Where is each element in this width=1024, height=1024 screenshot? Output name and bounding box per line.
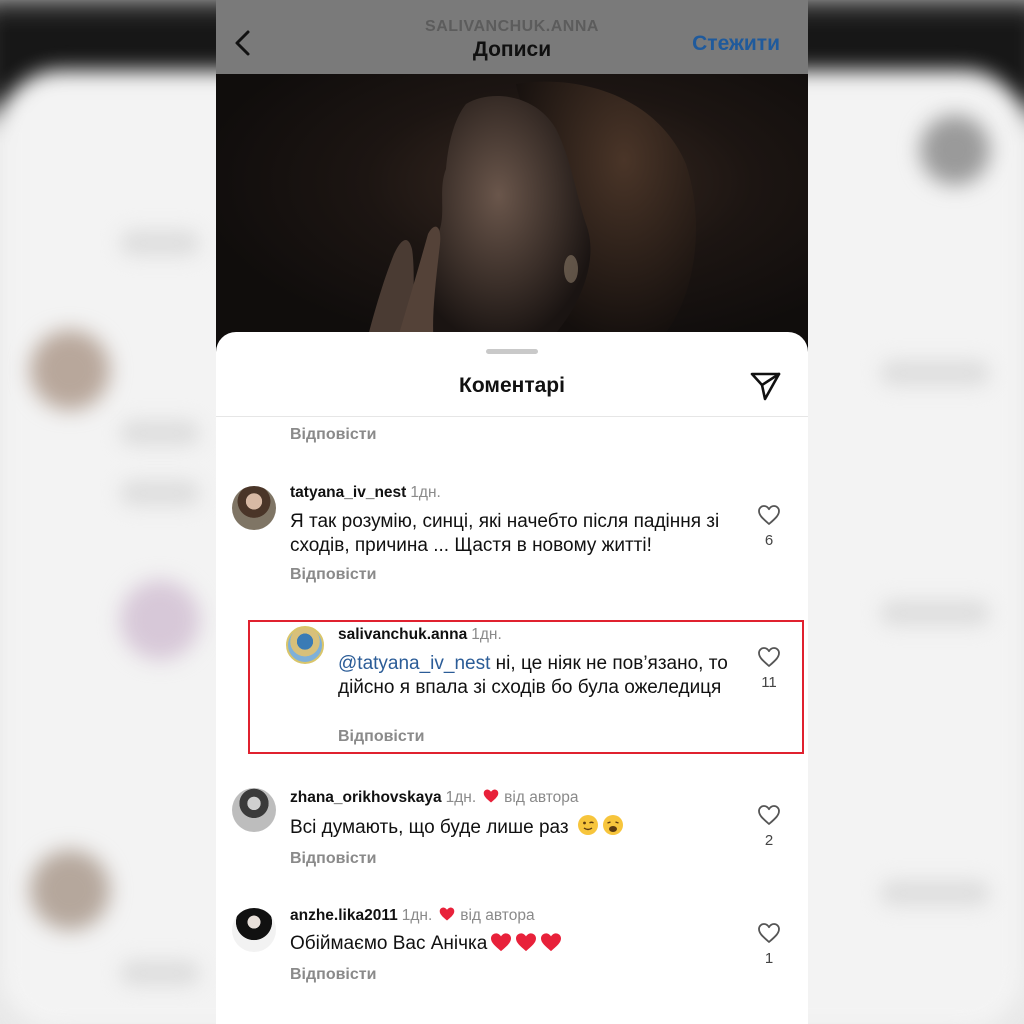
comment-time: 1дн. [445, 789, 477, 806]
comment-text: Всі думають, що буде лише раз [290, 814, 730, 840]
author-liked-heart-icon [483, 789, 499, 803]
phone-screen: SALIVANCHUK.ANNA Дописи Стежити Коментар… [216, 0, 808, 1024]
comments-sheet: Коментарі Відповісти tatyana_iv_nest 1дн.… [216, 332, 808, 1024]
heart-outline-icon [758, 923, 780, 943]
like-count: 6 [764, 532, 774, 549]
reply-link[interactable]: Відповісти [290, 966, 376, 984]
avatar[interactable] [286, 626, 324, 664]
follow-button[interactable]: Стежити [692, 32, 780, 56]
sheet-divider [216, 416, 808, 417]
send-icon[interactable] [748, 368, 782, 402]
wink-face-icon [577, 815, 598, 835]
reply-link[interactable]: Відповісти [290, 426, 376, 444]
comment-header: zhana_orikhovskaya 1дн. від автора [290, 788, 579, 807]
comment-header: tatyana_iv_nest 1дн. [290, 484, 441, 502]
comment-time: 1дн. [410, 484, 441, 501]
heart-outline-icon [758, 647, 780, 667]
like-button[interactable]: 2 [749, 804, 789, 849]
like-button[interactable]: 6 [749, 504, 789, 549]
comment-header: anzhe.lika2011 1дн. від автора [290, 906, 535, 925]
comment-text: @tatyana_iv_nest ні, це ніяк не пов’язан… [338, 652, 738, 700]
comment-time: 1дн. [471, 626, 502, 643]
reply-link[interactable]: Відповісти [290, 850, 376, 868]
by-author-badge: від автора [460, 907, 535, 924]
reply-link[interactable]: Відповісти [338, 728, 424, 746]
mention-link[interactable]: @tatyana_iv_nest [338, 653, 490, 674]
like-button[interactable]: 1 [749, 922, 789, 967]
like-count: 1 [764, 950, 774, 967]
comment-username[interactable]: salivanchuk.anna [338, 626, 467, 643]
comment-username[interactable]: zhana_orikhovskaya [290, 789, 442, 806]
avatar[interactable] [232, 486, 276, 530]
comment-body: Всі думають, що буде лише раз [290, 817, 569, 838]
red-heart-icon [491, 933, 512, 952]
comment-text: Обіймаємо Вас Анічка [290, 932, 730, 956]
comment-username[interactable]: tatyana_iv_nest [290, 484, 406, 501]
comment-username[interactable]: anzhe.lika2011 [290, 907, 398, 924]
heart-outline-icon [758, 505, 780, 525]
sheet-grabber[interactable] [486, 349, 538, 354]
red-heart-icon [541, 933, 562, 952]
author-liked-heart-icon [439, 907, 455, 921]
reply-link[interactable]: Відповісти [290, 566, 376, 584]
sheet-title: Коментарі [459, 374, 565, 397]
red-heart-icon [516, 933, 537, 952]
like-button[interactable]: 11 [749, 646, 789, 691]
post-photo [216, 74, 808, 344]
comment-text: Я так розумію, синці, які начебто після … [290, 511, 720, 556]
avatar[interactable] [232, 908, 276, 952]
comment-header: salivanchuk.anna 1дн. [338, 626, 502, 644]
avatar[interactable] [232, 788, 276, 832]
like-count: 2 [764, 832, 774, 849]
comment-body: Обіймаємо Вас Анічка [290, 933, 488, 954]
top-bar: SALIVANCHUK.ANNA Дописи Стежити [216, 0, 808, 74]
heart-outline-icon [758, 805, 780, 825]
by-author-badge: від автора [504, 789, 579, 806]
comment-time: 1дн. [401, 907, 433, 924]
like-count: 11 [761, 674, 777, 691]
weary-face-icon [602, 815, 623, 835]
